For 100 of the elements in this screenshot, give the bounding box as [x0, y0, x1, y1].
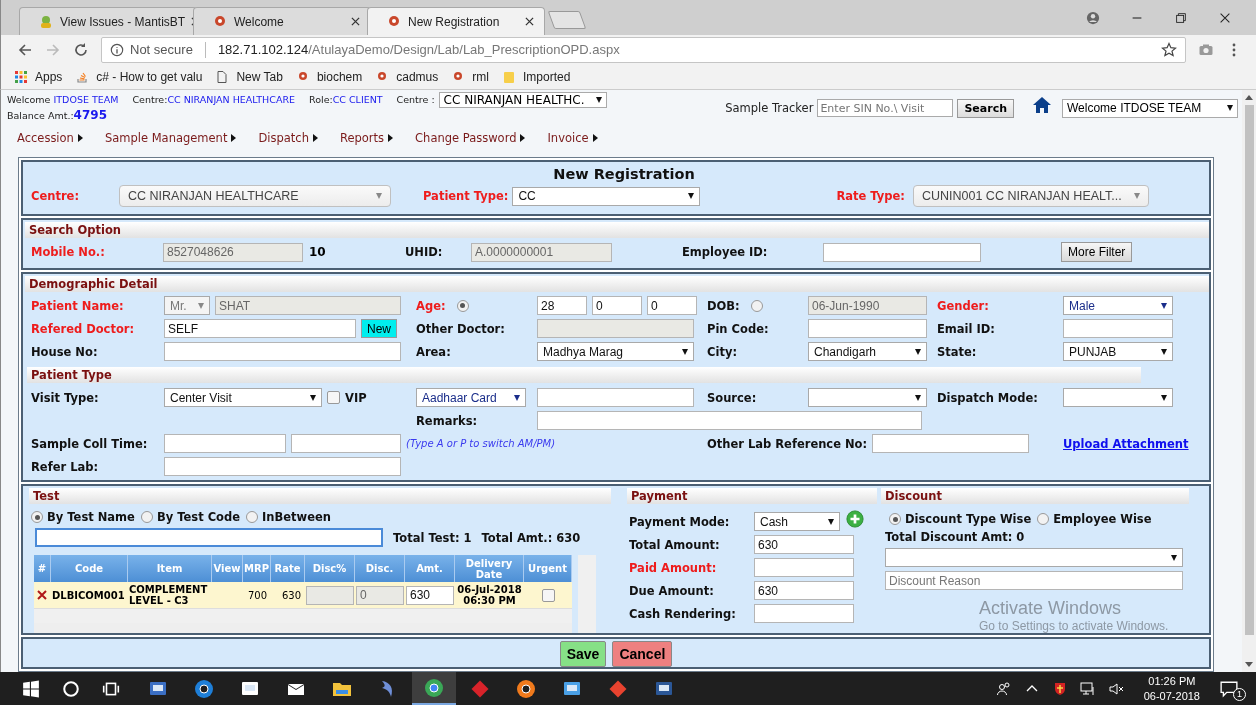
bookmark[interactable]: rml	[452, 69, 489, 84]
centre-dropdown[interactable]: CC NIRANJAN HEALTHC.	[438, 91, 607, 108]
scroll-up-icon[interactable]	[1245, 95, 1253, 100]
radio-button[interactable]	[889, 513, 901, 525]
visit-type-dropdown[interactable]: Center Visit	[164, 388, 322, 407]
bookmark[interactable]: Apps	[15, 69, 63, 84]
other-lab-reference-field[interactable]	[872, 434, 1030, 453]
restore-icon[interactable]	[1174, 10, 1188, 25]
close-icon[interactable]	[525, 17, 534, 26]
sample-date-field[interactable]	[164, 434, 286, 453]
rate-type-dropdown[interactable]: CUNIN001 CC NIRANJAN HEALT...	[912, 185, 1149, 207]
profile-icon[interactable]	[1086, 10, 1100, 25]
star-icon[interactable]	[1161, 41, 1177, 58]
discount-type-dropdown[interactable]	[885, 548, 1183, 567]
scroll-down-icon[interactable]	[1245, 662, 1253, 667]
referred-doctor-field[interactable]: SELF	[164, 319, 356, 338]
checkbox[interactable]	[327, 391, 340, 404]
centre-dropdown[interactable]: CC NIRANJAN HEALTHCARE	[119, 185, 391, 207]
vertical-scrollbar[interactable]	[578, 555, 596, 633]
state-dropdown[interactable]: PUNJAB	[1063, 342, 1173, 361]
radio-button[interactable]	[31, 511, 43, 523]
address-bar[interactable]: Not secure 182.71.102.124/AtulayaDemo/Design/Lab/Lab_PrescriptionOPD.aspx	[101, 36, 1186, 63]
browser-tab[interactable]: New Registration	[367, 7, 545, 35]
radio-button[interactable]	[140, 511, 153, 523]
menu-item[interactable]: Invoice	[547, 130, 598, 146]
remarks-field[interactable]	[537, 411, 922, 430]
discount-reason-field[interactable]: Discount Reason	[885, 571, 1183, 590]
muted-speaker-icon[interactable]	[1107, 680, 1124, 697]
network-icon[interactable]	[1079, 680, 1096, 697]
sample-tracker-field[interactable]: Enter SIN No.\ Visit	[817, 99, 954, 117]
area-dropdown[interactable]: Madhya Marag	[537, 342, 694, 361]
due-amount-field[interactable]: 630	[754, 581, 854, 600]
id-number-field[interactable]	[537, 388, 694, 407]
age-months-field[interactable]: 0	[592, 296, 642, 315]
delete-icon[interactable]	[37, 590, 47, 600]
add-icon[interactable]	[846, 509, 864, 528]
radio-button[interactable]	[456, 299, 469, 312]
age-years-field[interactable]: 28	[537, 296, 587, 315]
bookmark[interactable]: c# - How to get valu	[76, 69, 203, 84]
info-icon[interactable]	[110, 42, 124, 57]
close-icon[interactable]	[351, 17, 360, 26]
radio-button[interactable]	[1037, 513, 1050, 525]
notification-button[interactable]: 1	[1220, 676, 1246, 701]
city-dropdown[interactable]: Chandigarh	[808, 342, 927, 361]
employee-id-field[interactable]	[823, 242, 981, 262]
user-dropdown[interactable]: Welcome ITDOSE TEAM	[1062, 98, 1238, 118]
cash-rendering-field[interactable]	[754, 604, 854, 623]
new-button[interactable]: New	[361, 319, 397, 338]
triangle-icon	[231, 134, 237, 142]
menu-item[interactable]: Dispatch	[258, 130, 318, 146]
search-button[interactable]: Search	[957, 98, 1014, 118]
cancel-button[interactable]: Cancel	[612, 641, 673, 667]
dispatch-mode-dropdown[interactable]	[1063, 388, 1173, 407]
age-days-field[interactable]: 0	[647, 296, 697, 315]
radio-button[interactable]	[246, 511, 258, 523]
scrollbar-thumb[interactable]	[1244, 105, 1254, 635]
amount-field[interactable]: 630	[406, 585, 454, 605]
id-type-dropdown[interactable]: Aadhaar Card	[416, 388, 526, 407]
bookmark[interactable]: cadmus	[376, 69, 439, 84]
menu-item[interactable]: Reports	[339, 130, 394, 146]
more-filter-button[interactable]: More Filter	[1061, 242, 1133, 262]
total-amount-field[interactable]: 630	[754, 535, 854, 554]
gender-dropdown[interactable]: Male	[1063, 296, 1173, 315]
patient-type-dropdown[interactable]: CC	[512, 186, 701, 206]
field-label: Remarks:	[416, 413, 479, 428]
sample-time-field[interactable]	[291, 434, 401, 453]
email-field[interactable]	[1063, 319, 1173, 338]
field-label: Due Amount:	[629, 583, 715, 598]
source-dropdown[interactable]	[808, 388, 927, 407]
upload-attachment-link[interactable]: Upload Attachment	[1063, 436, 1199, 451]
menu-item[interactable]: Sample Management	[104, 130, 237, 146]
people-icon[interactable]	[995, 680, 1012, 697]
disc-field[interactable]: 0	[356, 585, 404, 605]
checkbox[interactable]	[541, 588, 555, 602]
field-label: Total Amount:	[629, 537, 721, 552]
menu-item[interactable]: Change Password	[415, 130, 526, 146]
home-icon[interactable]	[1032, 96, 1052, 114]
save-button[interactable]: Save	[559, 641, 607, 667]
bookmark[interactable]: Imported	[502, 69, 571, 84]
bookmark[interactable]: New Tab	[216, 69, 283, 84]
house-no-field[interactable]	[164, 342, 401, 361]
paid-amount-field[interactable]	[754, 558, 854, 577]
disc-percent-field[interactable]	[306, 585, 354, 605]
test-search-field[interactable]	[35, 528, 383, 547]
column-header: #	[34, 555, 51, 582]
refer-lab-field[interactable]	[164, 457, 401, 476]
new-tab-button[interactable]	[547, 11, 587, 29]
windows-logo-icon[interactable]	[22, 679, 40, 698]
field-label: Area:	[416, 344, 452, 359]
reload-icon[interactable]	[73, 41, 89, 58]
site-icon	[296, 70, 309, 83]
payment-mode-dropdown[interactable]: Cash	[754, 512, 840, 531]
menu-item[interactable]: Accession	[17, 130, 83, 146]
search-icon[interactable]	[62, 679, 80, 698]
clock[interactable]: 01:26 PM 06-07-2018	[1143, 673, 1200, 704]
back-icon[interactable]	[17, 41, 33, 58]
caret-icon	[310, 394, 316, 401]
bookmark[interactable]: biochem	[296, 69, 363, 84]
pin-code-field[interactable]	[808, 319, 927, 338]
page-scrollbar[interactable]	[1242, 90, 1256, 672]
